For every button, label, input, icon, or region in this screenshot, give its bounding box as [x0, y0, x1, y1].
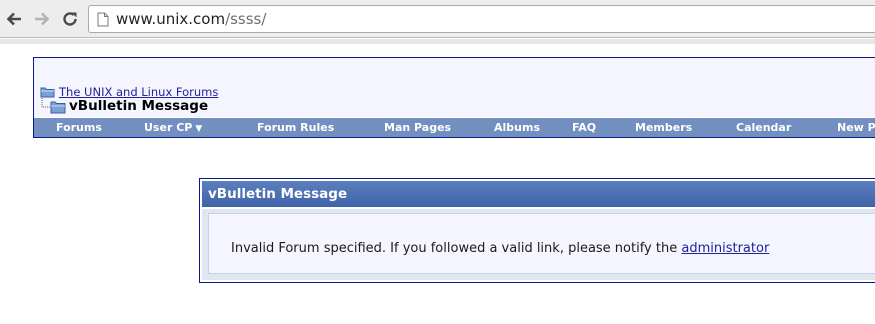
page-icon: [97, 12, 109, 27]
browser-toolbar: www.unix.com/ssss/: [0, 0, 875, 38]
nav-calendar[interactable]: Calendar: [736, 121, 791, 134]
forum-navbar: Forums User CP ▼ Forum Rules Man Pages Al…: [34, 117, 875, 137]
forum-header: The UNIX and Linux Forums vBulletin Mess…: [33, 57, 875, 138]
back-button[interactable]: [4, 9, 24, 29]
nav-forums[interactable]: Forums: [56, 121, 102, 134]
open-folder-icon: [41, 98, 66, 114]
nav-members[interactable]: Members: [635, 121, 692, 134]
message-body: Invalid Forum specified. If you followed…: [202, 209, 875, 280]
message-inner: Invalid Forum specified. If you followed…: [208, 213, 875, 274]
page-title: vBulletin Message: [69, 98, 209, 114]
message-text-body: Invalid Forum specified. If you followed…: [231, 241, 678, 256]
reload-icon: [63, 12, 77, 26]
breadcrumb-current: vBulletin Message: [40, 97, 208, 115]
administrator-link[interactable]: administrator: [681, 241, 769, 256]
page-top-strip: [0, 39, 875, 44]
nav-user-cp-label: User CP: [144, 121, 193, 134]
message-text: Invalid Forum specified. If you followed…: [231, 241, 769, 256]
url-text: www.unix.com/ssss/: [116, 10, 266, 28]
nav-man-pages[interactable]: Man Pages: [384, 121, 451, 134]
arrow-right-icon: [35, 12, 50, 26]
message-title: vBulletin Message: [208, 186, 348, 202]
address-bar[interactable]: www.unix.com/ssss/: [88, 5, 875, 33]
url-path: /ssss/: [225, 10, 267, 28]
nav-albums[interactable]: Albums: [494, 121, 540, 134]
forward-button[interactable]: [32, 9, 52, 29]
reload-button[interactable]: [60, 9, 80, 29]
nav-new-posts[interactable]: New Po: [837, 121, 875, 134]
url-host: www.unix.com: [116, 10, 226, 28]
arrow-left-icon: [6, 12, 21, 26]
message-panel: vBulletin Message Invalid Forum specifie…: [199, 178, 875, 283]
nav-faq[interactable]: FAQ: [572, 121, 596, 134]
page-viewport: The UNIX and Linux Forums vBulletin Mess…: [0, 39, 875, 324]
nav-forum-rules[interactable]: Forum Rules: [257, 121, 334, 134]
nav-user-cp[interactable]: User CP ▼: [144, 121, 202, 134]
message-header: vBulletin Message: [202, 181, 875, 207]
caret-down-icon: ▼: [195, 124, 203, 134]
